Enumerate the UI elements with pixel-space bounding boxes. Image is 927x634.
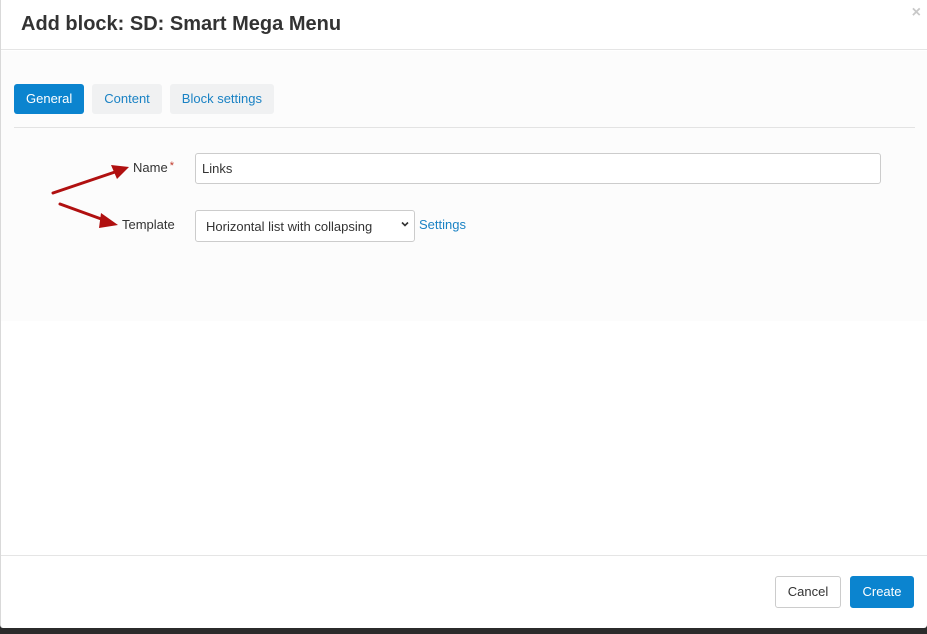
arrow-annotation-icon bbox=[58, 202, 118, 228]
close-icon[interactable]: × bbox=[912, 5, 921, 21]
template-settings-link[interactable]: Settings bbox=[419, 217, 466, 232]
add-block-dialog: Add block: SD: Smart Mega Menu × General… bbox=[0, 0, 927, 628]
cancel-button[interactable]: Cancel bbox=[775, 576, 841, 608]
name-input[interactable] bbox=[195, 153, 881, 184]
chevron-down-icon bbox=[401, 221, 409, 227]
create-button[interactable]: Create bbox=[850, 576, 914, 608]
arrow-annotation-icon bbox=[51, 165, 129, 195]
template-select[interactable]: Horizontal list with collapsing bbox=[195, 210, 415, 242]
annotation-arrows bbox=[51, 165, 129, 228]
template-selected-value: Horizontal list with collapsing bbox=[206, 219, 373, 234]
backdrop-strip bbox=[0, 628, 927, 634]
